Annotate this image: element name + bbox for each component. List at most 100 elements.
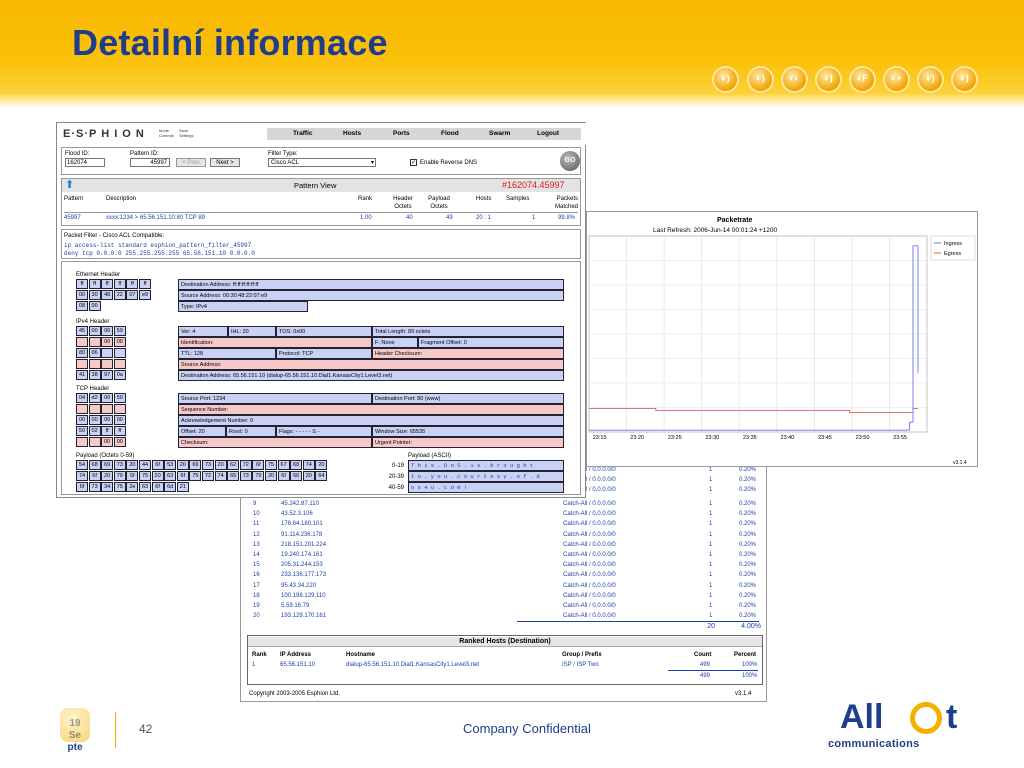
table-row: 9 45.242.87.110 Catch-All / 0.0.0.0/0 1 0.20… [241, 499, 767, 509]
mode-controls-button[interactable]: Mode Controls [159, 128, 175, 138]
page-number: 42 [139, 722, 153, 736]
prev-button[interactable]: < Prev [176, 158, 206, 167]
table-row: 11 178.64.180.101 Catch-All / 0.0.0.0/0 1 0.… [241, 519, 767, 529]
tab-flood[interactable]: Flood [441, 130, 459, 137]
host-pct: 0.20% [739, 501, 757, 507]
host-group: Catch-All / 0.0.0.0/0 [563, 603, 616, 609]
hex-byte: 75 [139, 471, 151, 481]
x-tick-label: 23:20 [630, 435, 644, 441]
hex-byte: e9 [139, 290, 151, 300]
tab-logout[interactable]: Logout [537, 130, 559, 137]
ascii-line: o s 4 u . c o m ! [408, 482, 564, 493]
host-ip[interactable]: 43.52.3.106 [281, 510, 313, 518]
hex-byte: 22 [113, 290, 126, 300]
hex-byte: 74 [214, 471, 227, 481]
tab-ports[interactable]: Ports [393, 130, 410, 137]
save-settings-button[interactable]: Save Settings [179, 128, 195, 138]
hex-byte [88, 437, 101, 447]
go-button[interactable]: GO [560, 151, 580, 171]
host-ip[interactable]: 19.240.174.161 [281, 551, 323, 559]
host-rank: 20 [253, 613, 260, 620]
pattern-payload-octets: 49 [446, 215, 453, 221]
col-group: Group / Prefix [562, 652, 602, 658]
tcp-header-label: TCP Header [76, 386, 110, 392]
col-ip: IP Address [280, 652, 312, 658]
hosts-total-count: 20 [707, 623, 715, 630]
flood-id-input[interactable]: 162074 [65, 158, 105, 167]
up-arrow-icon[interactable]: ⬆ [65, 179, 74, 191]
tab-traffic[interactable]: Traffic [293, 130, 313, 137]
hex-byte: 68 [290, 460, 303, 470]
hex-byte: ff [126, 279, 139, 289]
hex-byte: 06 [88, 348, 101, 358]
packet-filter-title: Packet Filter - Cisco ACL Compatible: [64, 233, 165, 239]
tcp-ack: Acknowledgement Number: 0 [178, 415, 564, 426]
hex-byte: 63 [164, 471, 177, 481]
hosts-total-pct: 4.00% [741, 623, 761, 630]
hex-byte [76, 404, 88, 414]
host-ip[interactable]: 95.43.34.220 [281, 582, 316, 590]
hex-byte: 73 [113, 460, 126, 470]
ranked-dest-title: Ranked Hosts (Destination) [248, 637, 762, 647]
host-ip[interactable]: 205.31.244.153 [281, 561, 323, 569]
host-pct: 0.20% [739, 613, 757, 620]
pattern-view-title: Pattern View [294, 181, 337, 190]
hex-byte: 73 [202, 460, 214, 470]
host-ip[interactable]: 100.198.129.110 [281, 592, 326, 600]
table-row: 18 100.198.129.110 Catch-All / 0.0.0.0/0 1 0… [241, 591, 767, 601]
hex-byte [101, 359, 114, 369]
legend-egress: Egress [944, 251, 961, 257]
ip-ttl: TTL: 128 [178, 348, 276, 359]
x-tick-label: 23:35 [743, 435, 757, 441]
hex-byte: 74 [302, 460, 315, 470]
hex-byte: ff [101, 426, 114, 436]
host-pct: 0.20% [739, 592, 757, 599]
dest-ip[interactable]: 65.56.151.10 [280, 661, 315, 669]
slide-title: Detailní informace [72, 22, 388, 63]
hex-byte: 65 [227, 471, 240, 481]
table-row: 15 205.31.244.153 Catch-All / 0.0.0.0/0 1 0.… [241, 560, 767, 570]
pattern-view-titlebar: ⬆ Pattern View #162074.45997 [62, 179, 580, 192]
host-group: Catch-All / 0.0.0.0/0 [563, 572, 616, 579]
packet-decode-panel: Ethernet Header ff ff ff ff ff ff 00 30 48 22 07 e9… [61, 261, 581, 495]
dest-total-count: 499 [700, 673, 711, 679]
host-ip[interactable]: 233.136.177.173 [281, 571, 326, 579]
hex-byte: 30 [88, 290, 101, 300]
host-ip[interactable]: 91.114.236.178 [281, 531, 322, 539]
hex-byte: 07 [126, 290, 139, 300]
eth-dest-field: Destination Address: ff:ff:ff:ff:ff:ff [178, 279, 564, 290]
acl-line-2: deny tcp 0.0.0.0 255.255.255.255 65.56.1… [64, 250, 255, 257]
filter-type-select[interactable]: Cisco ACL ▾ [268, 158, 376, 167]
col-packets-matched: Packets Matched [554, 196, 578, 210]
host-pct: 0.20% [739, 603, 757, 609]
bubble-icon: ◐) [919, 68, 942, 91]
host-ip[interactable]: 218.151.201.224 [281, 541, 326, 549]
hex-byte: 34 [101, 482, 114, 492]
host-pct: 0.20% [739, 541, 757, 548]
pattern-id-title: #162074.45997 [502, 180, 565, 190]
host-pct: 0.20% [739, 552, 757, 558]
host-ip[interactable]: 178.64.180.101 [281, 520, 323, 528]
host-rank: 13 [253, 541, 260, 548]
tab-hosts[interactable]: Hosts [343, 130, 361, 137]
col-rank: Rank [358, 196, 373, 202]
host-count: 1 [709, 541, 713, 548]
hex-byte [101, 404, 114, 414]
reverse-dns-checkbox[interactable]: ✓ [410, 159, 417, 166]
pattern-number[interactable]: 45997 [64, 214, 81, 222]
tab-swarm[interactable]: Swarm [489, 130, 510, 137]
host-rank: 15 [253, 562, 260, 569]
bubble-icon: ◐) [953, 68, 976, 91]
host-ip[interactable]: 5.59.16.79 [281, 602, 309, 610]
host-count: 1 [709, 603, 713, 609]
next-button[interactable]: Next > [210, 158, 240, 167]
tcp-offset: Offset: 20 [178, 426, 226, 437]
pattern-rank: 1.00 [360, 215, 372, 221]
host-pct: 0.20% [739, 562, 757, 569]
payload-label: Payload (Octets 0-59) [76, 453, 135, 459]
host-group: Catch-All / 0.0.0.0/0 [563, 613, 616, 620]
tab-bar: Traffic Hosts Ports Flood Swarm Logout [267, 128, 581, 140]
pattern-id-input[interactable]: 45997 [130, 158, 170, 167]
host-ip[interactable]: 193.129.170.161 [281, 612, 326, 620]
host-ip[interactable]: 45.242.87.110 [281, 500, 319, 508]
